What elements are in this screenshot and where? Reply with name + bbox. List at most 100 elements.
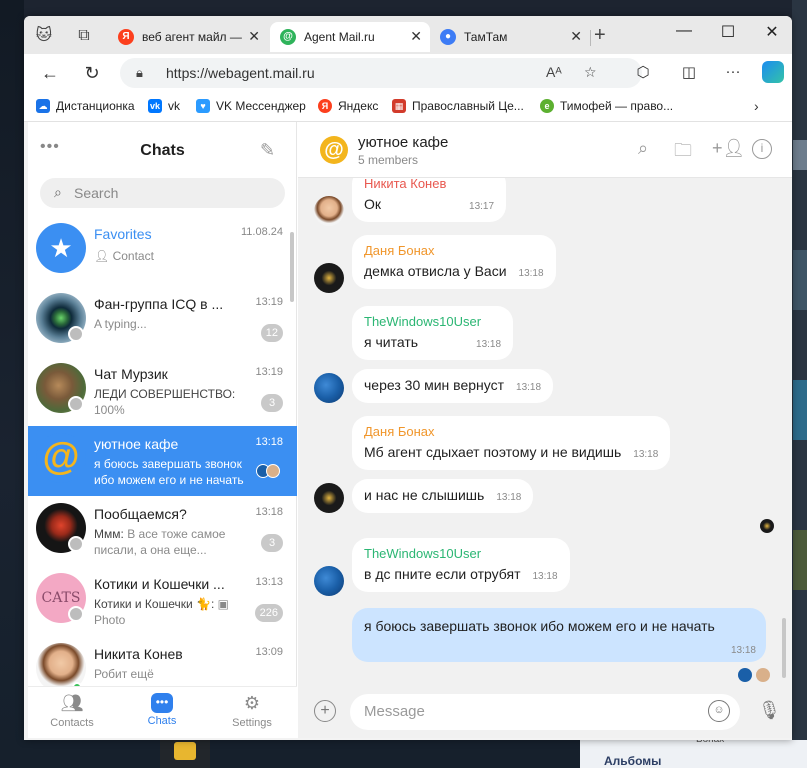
address-bar-row: ← ↻ 🔒︎ https://webagent.mail.ru Aᴬ ☆ ⬡ ◫… [24,54,792,92]
messages-scrollbar[interactable] [782,618,786,678]
message-time: 13:18 [730,645,756,656]
message-text: через 30 мин вернуст [364,377,505,393]
preview-sender: ЛЕДИ СОВЕРШЕНСТВО: [94,387,236,401]
chat-time: 13:18 [255,506,283,518]
tab-tamtam[interactable]: ● ТамТам ✕ [430,22,590,52]
message-input[interactable]: Message ☺ [350,694,740,730]
search-input[interactable]: ⌕ Search [40,178,285,208]
yandex-icon: Я [318,99,332,113]
avatar [314,373,344,403]
unread-badge: 12 [260,324,283,342]
avatar [314,263,344,293]
chat-sidebar: ••• Chats ✎ ⌕ Search ★ Favorites 11.08.2… [28,122,297,738]
chat-item-murzik[interactable]: Чат Мурзик 13:19 ЛЕДИ СОВЕРШЕНСТВО: 100% … [28,356,297,426]
sidebar-scrollbar[interactable] [290,232,294,302]
avatar [36,643,86,686]
chat-time: 13:13 [255,576,283,588]
chat-preview: Ммм: В асе тоже самое писали, а она еще.… [94,526,244,558]
close-window-icon[interactable]: ✕ [752,22,792,42]
close-icon[interactable]: ✕ [570,28,582,45]
chat-item-icq[interactable]: Фан-группа ICQ в ... 13:19 A typing... 1… [28,286,297,356]
muted-icon [68,396,84,412]
emoji-icon[interactable]: ☺ [708,700,730,722]
url-text[interactable]: https://webagent.mail.ru [166,65,315,81]
tab-title: Agent Mail.ru [304,30,375,44]
message-text: я боюсь завершать звонок ибо можем его и… [364,618,715,634]
chat-time: 13:09 [255,646,283,658]
avatar [314,483,344,513]
background-title: Альбомы [604,754,662,768]
search-placeholder: Search [74,185,119,201]
info-icon[interactable]: i [752,139,772,159]
attach-plus-icon[interactable]: + [314,700,336,722]
extensions-icon[interactable]: ⬡ [632,63,654,81]
background-window-strip [793,140,807,170]
chevron-right-icon[interactable]: › [754,98,759,114]
maximize-icon[interactable]: ☐ [708,22,748,42]
folder-icon[interactable]: 🗀 [674,138,692,168]
chat-item-kotiki[interactable]: CATS Котики и Кошечки ... 13:13 Котики и… [28,566,297,636]
contacts-icon: 👥︎ [60,693,84,713]
message-composer: + Message ☺ 🎙︎ [298,686,792,738]
message-text: в дс пните если отрубят [364,566,521,582]
chat-preview: A typing... [94,317,147,331]
more-menu-icon[interactable]: ··· [722,63,744,80]
nav-chats[interactable]: ••• Chats [122,693,202,727]
close-icon[interactable]: ✕ [410,28,422,45]
gear-icon: ⚙ [243,693,261,713]
bottom-nav: 👥︎ Contacts ••• Chats ⚙ Settings [28,686,297,738]
chat-time: 13:19 [255,366,283,378]
chat-item-nikita[interactable]: Никита Конев 13:09 Робит ещё [28,636,297,686]
folder-icon[interactable] [174,742,196,760]
browser-window: 🐱 ⧉ Я веб агент майл — ✕ @ Agent Mail.ru… [24,16,792,740]
bookmark-item[interactable]: ▦ Православный Це... [392,99,524,113]
message-bubble: через 30 мин вернуст 13:18 [352,369,554,403]
nav-contacts[interactable]: 👥︎ Contacts [32,693,112,729]
tab-yandex[interactable]: Я веб агент майл — ✕ [108,22,268,52]
chat-header: @ уютное кафе 5 members ⌕ 🗀 +👤︎ i [298,122,792,178]
bookmark-item[interactable]: ♥ VK Мессенджер [196,99,306,113]
tab-title: ТамТам [464,30,508,44]
muted-icon [68,536,84,552]
new-tab-icon[interactable]: + [594,24,606,47]
bookmark-item[interactable]: ☁ Дистанционка [36,99,135,113]
read-aloud-icon[interactable]: Aᴬ [546,64,562,80]
calendar-icon: ▦ [392,99,406,113]
tab-actions-icon[interactable]: ⧉ [70,24,98,48]
copilot-icon[interactable] [762,61,784,83]
chat-name: Чат Мурзик [94,366,168,382]
nav-label: Settings [232,717,272,729]
microphone-icon[interactable]: 🎙︎ [758,700,781,721]
bookmark-item[interactable]: Я Яндекс [318,99,378,113]
tab-agent-mail[interactable]: @ Agent Mail.ru ✕ [270,22,430,52]
back-icon[interactable]: ← [38,63,62,84]
address-bar[interactable]: 🔒︎ https://webagent.mail.ru Aᴬ ☆ [120,58,642,88]
preview-sender: Котики и Кошечки 🐈: [94,597,215,611]
chat-name: Favorites [94,226,152,242]
refresh-icon[interactable]: ↻ [80,63,104,84]
compose-icon[interactable]: ✎ [260,140,275,161]
bookmark-item[interactable]: e Тимофей — право... [540,99,673,113]
search-icon[interactable]: ⌕ [638,138,648,159]
profile-icon[interactable]: 🐱 [30,24,58,48]
agent-app: ••• Chats ✎ ⌕ Search ★ Favorites 11.08.2… [28,122,792,738]
nav-settings[interactable]: ⚙ Settings [212,693,292,729]
favorite-star-icon[interactable]: ☆ [584,64,597,81]
message-sender: TheWindows10User [364,314,482,329]
chat-preview: 👤︎ Contact [94,248,254,264]
close-icon[interactable]: ✕ [248,28,260,45]
chat-preview-text: Contact [112,249,154,263]
bookmark-item[interactable]: vk vk [148,99,180,113]
minimize-icon[interactable]: — [664,22,704,40]
chat-item-cafe[interactable]: @ уютное кафе 13:18 я боюсь завершать зв… [28,426,297,496]
background-window-strip [793,530,807,590]
message-time: 13:17 [469,201,495,212]
chat-item-favorites[interactable]: ★ Favorites 11.08.24 👤︎ Contact [28,216,297,286]
message-time: 13:18 [518,268,544,279]
split-screen-icon[interactable]: ◫ [678,63,700,81]
chat-item-poobshaemsya[interactable]: Пообщаемся? 13:18 Ммм: В асе тоже самое … [28,496,297,566]
lock-icon[interactable]: 🔒︎ [136,65,143,81]
nav-label: Chats [147,715,177,727]
add-member-icon[interactable]: +👤︎ [712,138,745,159]
message-time: 13:18 [476,339,502,350]
